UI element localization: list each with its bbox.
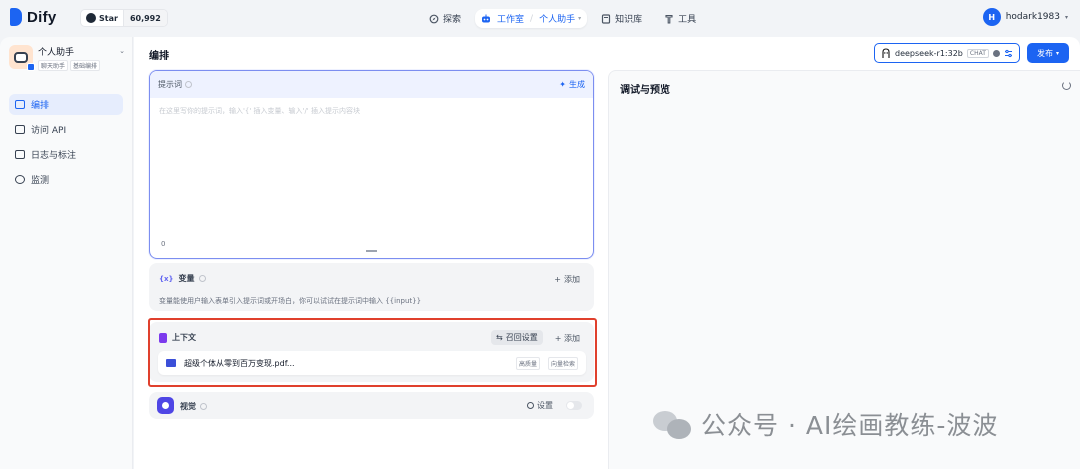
resize-handle[interactable] — [366, 250, 377, 252]
sidebar-item-label: 编排 — [31, 101, 50, 111]
nav-knowledge-label: 知识库 — [615, 15, 643, 25]
dashboard-icon — [15, 175, 25, 184]
settings-sliders-icon — [1004, 49, 1012, 57]
terminal-icon — [15, 125, 25, 134]
add-label: 添加 — [564, 275, 580, 284]
prompt-header: 提示词 ✦ 生成 — [150, 71, 593, 98]
vision-icon — [157, 397, 174, 414]
chevron-down-icon: ▾ — [1064, 13, 1068, 21]
variable-icon: {x} — [159, 274, 174, 283]
sparkle-icon: ✦ — [559, 80, 566, 89]
vision-toggle[interactable] — [566, 401, 582, 410]
page-title: 编排 — [149, 51, 169, 62]
app-tag-type: 聊天助手 — [38, 60, 69, 71]
sidebar-item-logs[interactable]: 日志与标注 — [9, 144, 123, 165]
nav-separator: / — [530, 13, 534, 24]
help-icon[interactable] — [185, 81, 192, 88]
github-star-button[interactable]: Star 60,992 — [80, 9, 168, 27]
main-nav: 探索 工作室 / 个人助手 ▾ 知识库 工具 — [421, 8, 704, 29]
prompt-input[interactable]: 在这里写你的提示词，输入'{' 插入变量、输入'/' 插入提示内容块 — [159, 106, 360, 116]
model-name: deepseek-r1:32b — [895, 48, 963, 58]
sidebar-item-label: 监测 — [31, 176, 50, 186]
tools-icon — [665, 14, 673, 24]
nav-tools[interactable]: 工具 — [656, 8, 704, 29]
main-panel: 编排 deepseek-r1:32b CHAT 发布 ▾ 提示词 ✦ 生成 在这… — [134, 37, 1080, 469]
sidebar-item-orchestrate[interactable]: 编排 — [9, 94, 123, 115]
prompt-label: 提示词 — [158, 80, 182, 89]
github-star-count: 60,992 — [122, 10, 167, 26]
highlight-box — [148, 318, 597, 387]
github-star-label: Star — [99, 13, 118, 23]
publish-button[interactable]: 发布 ▾ — [1027, 43, 1069, 63]
user-name: hodark1983 — [1005, 12, 1060, 22]
user-menu[interactable]: H hodark1983 ▾ — [982, 8, 1068, 26]
github-icon — [86, 13, 96, 23]
debug-title: 调试与预览 — [620, 85, 670, 96]
vision-panel: 视觉 设置 — [149, 392, 594, 419]
generate-label: 生成 — [569, 80, 585, 89]
chevron-down-icon: ▾ — [578, 15, 582, 22]
chevron-down-icon: ▾ — [1055, 49, 1059, 57]
help-icon[interactable] — [199, 275, 207, 282]
nav-explore[interactable]: 探索 — [421, 8, 469, 29]
app-tag-mode: 基础编排 — [70, 60, 101, 71]
layout-icon — [15, 100, 25, 109]
prompt-editor: 提示词 ✦ 生成 在这里写你的提示词，输入'{' 插入变量、输入'/' 插入提示… — [149, 70, 594, 259]
variables-description: 变量能使用户输入表单引入提示词或开场白，你可以试试在提示词中输入 {{input… — [159, 297, 422, 305]
model-selector[interactable]: deepseek-r1:32b CHAT — [874, 43, 1020, 63]
generate-button[interactable]: ✦ 生成 — [559, 79, 585, 90]
robot-icon — [482, 14, 491, 22]
nav-studio-label: 工作室 — [497, 15, 525, 25]
vision-settings-button[interactable]: 设置 — [527, 400, 553, 411]
sidebar-item-label: 日志与标注 — [31, 151, 77, 161]
current-app-selector[interactable]: 个人助手 ▾ — [539, 12, 581, 25]
logo-mark-icon — [10, 8, 22, 26]
logo-text: Dify — [27, 8, 57, 26]
app-switcher[interactable]: 个人助手 聊天助手 基础编排 ⌄ — [9, 45, 125, 71]
file-list-icon — [15, 150, 25, 159]
sidebar-item-api[interactable]: 访问 API — [9, 119, 123, 140]
chevron-down-icon: ⌄ — [119, 47, 125, 55]
avatar: H — [982, 8, 1001, 26]
gear-icon — [527, 402, 534, 409]
robot-icon — [14, 51, 28, 63]
sidebar-menu: 编排 访问 API 日志与标注 监测 — [9, 94, 123, 194]
sidebar-item-label: 访问 API — [31, 126, 67, 136]
app-name: 个人助手 — [38, 48, 75, 58]
ollama-icon — [882, 47, 890, 58]
app-type-badge-icon — [27, 63, 35, 71]
top-bar: Dify Star 60,992 探索 工作室 / 个人助手 ▾ 知识库 工具 … — [0, 0, 1080, 37]
current-app-label: 个人助手 — [539, 15, 576, 25]
model-mode-badge: CHAT — [966, 48, 989, 58]
explore-icon — [429, 14, 439, 23]
nav-studio[interactable]: 工作室 / 个人助手 ▾ — [475, 9, 588, 28]
watermark-text: 公众号 · AI绘画教练-波波 — [701, 411, 999, 440]
app-avatar — [9, 45, 35, 71]
refresh-icon[interactable] — [1062, 81, 1071, 90]
eye-icon — [992, 49, 1000, 57]
dify-logo[interactable]: Dify — [10, 8, 57, 26]
nav-explore-label: 探索 — [443, 15, 462, 25]
sidebar-item-monitor[interactable]: 监测 — [9, 169, 123, 190]
add-variable-button[interactable]: + 添加 — [554, 274, 580, 285]
nav-tools-label: 工具 — [678, 15, 697, 25]
sidebar: 个人助手 聊天助手 基础编排 ⌄ 编排 访问 API 日志与标注 监测 — [0, 37, 133, 469]
publish-label: 发布 — [1036, 48, 1053, 58]
help-icon[interactable] — [200, 403, 207, 410]
book-icon — [602, 13, 611, 24]
plus-icon: + — [554, 275, 561, 284]
watermark: 公众号 · AI绘画教练-波波 — [653, 406, 998, 442]
vision-title: 视觉 — [180, 402, 196, 411]
variables-title: 变量 — [178, 274, 195, 283]
settings-label: 设置 — [537, 401, 553, 410]
wechat-logo-icon — [653, 407, 693, 441]
variables-panel: {x} 变量 + 添加 变量能使用户输入表单引入提示词或开场白，你可以试试在提示… — [149, 263, 594, 311]
prompt-char-count: 0 — [161, 240, 166, 248]
nav-knowledge[interactable]: 知识库 — [593, 8, 650, 29]
